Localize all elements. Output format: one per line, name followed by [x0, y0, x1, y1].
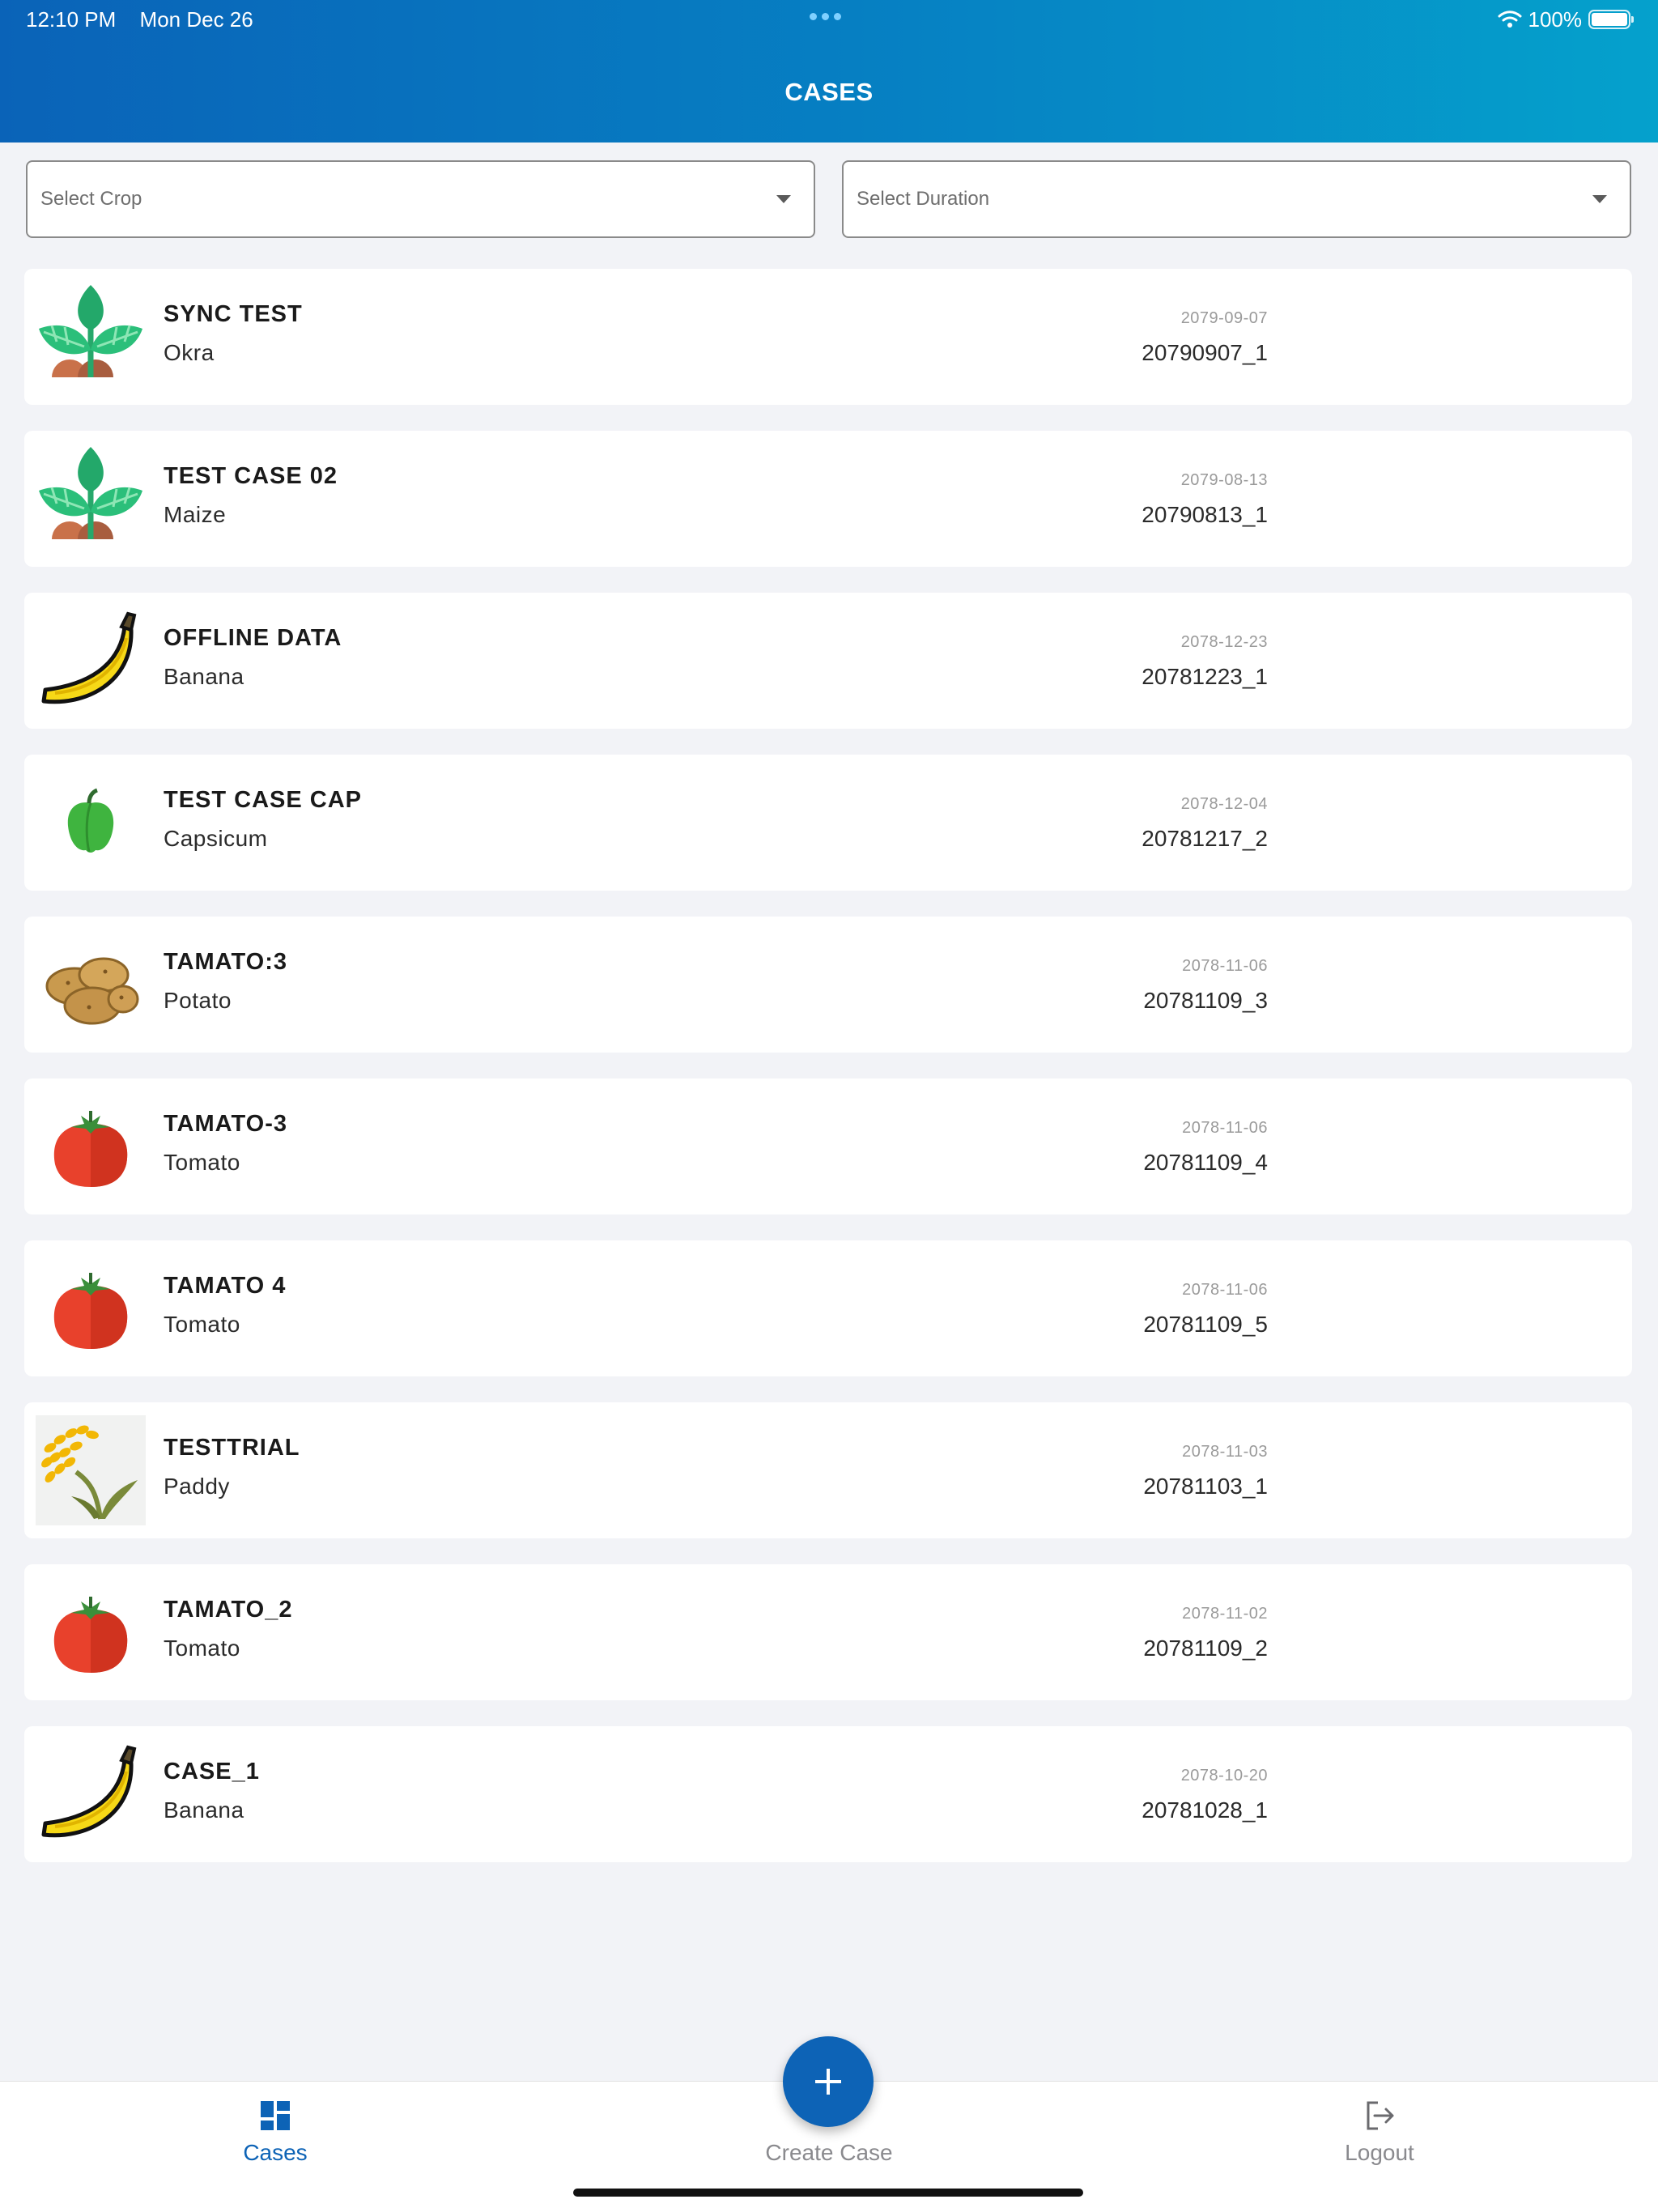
page-title: CASES [784, 78, 874, 106]
select-duration-placeholder: Select Duration [857, 188, 990, 210]
case-card[interactable]: TAMATO-3 Tomato 2078-11-06 20781109_4 [24, 1078, 1632, 1214]
case-id: 20781223_1 [1141, 664, 1268, 689]
multitasking-dots-icon[interactable] [810, 13, 841, 20]
case-id: 20781217_2 [1141, 826, 1268, 851]
case-id: 20781109_4 [1143, 1150, 1268, 1175]
case-title: TAMATO 4 [164, 1273, 287, 1299]
sprout-icon [36, 282, 146, 392]
home-indicator[interactable] [573, 2189, 1083, 2197]
case-id: 20790813_1 [1141, 502, 1268, 527]
status-bar-time: 12:10 PM Mon Dec 26 [26, 6, 271, 32]
case-date: 2079-09-07 [1180, 309, 1268, 327]
case-crop-name: Tomato [164, 1636, 240, 1661]
status-date: Mon Dec 26 [139, 7, 253, 32]
chevron-down-icon [776, 195, 791, 203]
battery-percent: 100% [1528, 6, 1583, 32]
banana-icon [36, 1739, 146, 1849]
select-crop-dropdown[interactable]: Select Crop [26, 160, 815, 238]
case-card[interactable]: TAMATO 4 Tomato 2078-11-06 20781109_5 [24, 1240, 1632, 1376]
case-crop-name: Paddy [164, 1474, 230, 1499]
case-id: 20781028_1 [1141, 1797, 1268, 1823]
sprout-icon [36, 444, 146, 554]
case-card[interactable]: TESTTRIAL Paddy 2078-11-03 20781103_1 [24, 1402, 1632, 1538]
case-id: 20781103_1 [1143, 1474, 1268, 1499]
case-title: TAMATO-3 [164, 1111, 287, 1137]
case-card[interactable]: TAMATO:3 Potato 2078-11-06 20781109_3 [24, 917, 1632, 1053]
dashboard-grid-icon [261, 2101, 290, 2130]
capsicum-icon [36, 768, 146, 878]
case-title: TEST CASE 02 [164, 463, 338, 489]
case-crop-name: Potato [164, 988, 232, 1013]
tab-logout-label: Logout [1345, 2140, 1414, 2165]
case-title: TAMATO_2 [164, 1597, 293, 1623]
case-id: 20781109_2 [1143, 1636, 1268, 1661]
case-title: TAMATO:3 [164, 949, 287, 975]
case-title: TESTTRIAL [164, 1435, 300, 1461]
app-header: 12:10 PM Mon Dec 26 100% CASES [0, 0, 1658, 143]
create-case-button[interactable] [783, 2036, 874, 2127]
case-id: 20790907_1 [1141, 340, 1268, 365]
banana-icon [36, 606, 146, 716]
chevron-down-icon [1592, 195, 1607, 203]
case-id: 20781109_3 [1143, 988, 1268, 1013]
paddy-icon [36, 1415, 146, 1525]
case-date: 2078-12-04 [1180, 795, 1268, 813]
case-crop-name: Capsicum [164, 826, 268, 851]
case-card[interactable]: TEST CASE CAP Capsicum 2078-12-04 20781217_… [24, 755, 1632, 891]
tab-logout[interactable]: Logout [1258, 2082, 1501, 2179]
case-card[interactable]: OFFLINE DATA Banana 2078-12-23 20781223_1 [24, 593, 1632, 729]
case-crop-name: Tomato [164, 1150, 240, 1175]
case-id: 20781109_5 [1143, 1312, 1268, 1337]
case-date: 2078-12-23 [1180, 633, 1268, 651]
tomato-icon [36, 1577, 146, 1687]
case-card[interactable]: SYNC TEST Okra 2079-09-07 20790907_1 [24, 269, 1632, 405]
case-crop-name: Okra [164, 340, 215, 365]
case-date: 2078-11-06 [1182, 1119, 1268, 1137]
case-title: OFFLINE DATA [164, 625, 342, 651]
case-crop-name: Tomato [164, 1312, 240, 1337]
logout-icon [1367, 2101, 1394, 2130]
case-crop-name: Maize [164, 502, 227, 527]
wifi-icon [1498, 11, 1521, 28]
case-card[interactable]: CASE_1 Banana 2078-10-20 20781028_1 [24, 1726, 1632, 1862]
tomato-icon [36, 1253, 146, 1363]
tab-create-case-label: Create Case [765, 2140, 893, 2165]
status-time: 12:10 PM [26, 7, 117, 32]
select-duration-dropdown[interactable]: Select Duration [842, 160, 1631, 238]
case-title: SYNC TEST [164, 301, 303, 327]
tab-cases-label: Cases [243, 2140, 308, 2165]
select-crop-placeholder: Select Crop [40, 188, 142, 210]
case-title: TEST CASE CAP [164, 787, 363, 813]
case-date: 2078-10-20 [1180, 1767, 1268, 1784]
case-date: 2078-11-06 [1182, 1281, 1268, 1299]
case-crop-name: Banana [164, 1797, 244, 1823]
potato-icon [36, 929, 146, 1040]
case-crop-name: Banana [164, 664, 244, 689]
case-date: 2078-11-02 [1182, 1605, 1268, 1623]
case-card[interactable]: TEST CASE 02 Maize 2079-08-13 20790813_1 [24, 431, 1632, 567]
battery-icon [1588, 10, 1634, 29]
tab-cases[interactable]: Cases [154, 2082, 397, 2179]
case-date: 2078-11-03 [1182, 1443, 1268, 1461]
case-date: 2078-11-06 [1182, 957, 1268, 975]
tomato-icon [36, 1091, 146, 1202]
case-card[interactable]: TAMATO_2 Tomato 2078-11-02 20781109_2 [24, 1564, 1632, 1700]
case-date: 2079-08-13 [1180, 471, 1268, 489]
status-bar-right: 100% [1498, 6, 1634, 32]
case-title: CASE_1 [164, 1759, 260, 1784]
